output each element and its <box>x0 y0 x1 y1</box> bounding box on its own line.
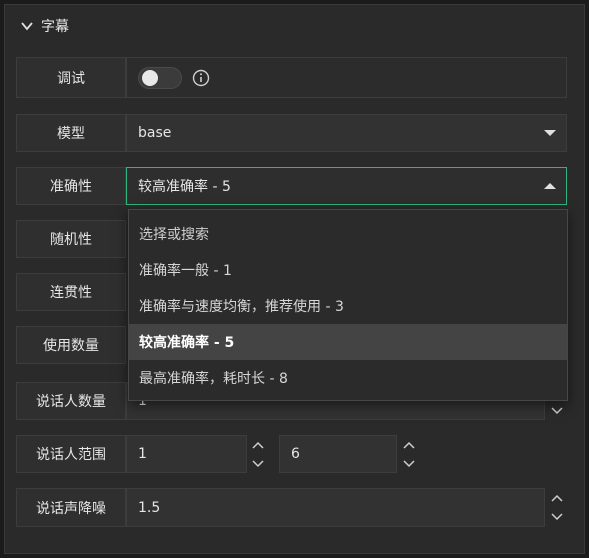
chevron-down-icon <box>252 459 264 467</box>
increment-button[interactable] <box>546 488 568 508</box>
info-icon[interactable] <box>192 69 210 87</box>
model-select[interactable]: base <box>126 114 567 152</box>
row-accuracy: 准确性 较高准确率 - 5 <box>16 167 567 205</box>
accuracy-dropdown: 选择或搜索 准确率一般 - 1 准确率与速度均衡，推荐使用 - 3 较高准确率 … <box>128 209 568 401</box>
row-debug: 调试 <box>16 57 567 98</box>
dropdown-option-selected[interactable]: 较高准确率 - 5 <box>129 324 567 360</box>
dropdown-option[interactable]: 准确率与速度均衡，推荐使用 - 3 <box>129 288 567 324</box>
chevron-down-icon <box>551 406 563 414</box>
toggle-knob <box>142 69 158 86</box>
section-header[interactable]: 字幕 <box>5 5 584 47</box>
debug-label: 调试 <box>16 57 126 98</box>
accuracy-value: 较高准确率 - 5 <box>138 179 231 195</box>
decrement-button[interactable] <box>546 401 568 420</box>
caret-down-icon <box>544 130 556 136</box>
speaker-range-max-input[interactable]: 6 <box>279 435 397 473</box>
dropdown-option[interactable]: 最高准确率，耗时长 - 8 <box>129 360 567 396</box>
min-stepper <box>247 435 269 473</box>
chevron-up-icon <box>403 441 415 449</box>
max-stepper <box>398 435 420 473</box>
speaker-range-min-input[interactable]: 1 <box>126 435 247 473</box>
speaker-range-max: 6 <box>291 446 300 462</box>
model-value: base <box>138 125 172 141</box>
coherence-label: 连贯性 <box>16 273 126 311</box>
denoise-label: 说话声降噪 <box>16 488 126 527</box>
denoise-input[interactable]: 1.5 <box>126 488 545 527</box>
dropdown-search-input[interactable]: 选择或搜索 <box>129 216 567 252</box>
chevron-down-icon <box>551 513 563 521</box>
debug-toggle[interactable] <box>138 66 182 89</box>
max-increment-button[interactable] <box>398 435 420 454</box>
debug-control <box>126 57 567 98</box>
model-label: 模型 <box>16 114 126 152</box>
chevron-up-icon <box>551 494 563 502</box>
usage-count-label: 使用数量 <box>16 326 126 364</box>
dropdown-option[interactable]: 准确率一般 - 1 <box>129 252 567 288</box>
randomness-label: 随机性 <box>16 220 126 258</box>
row-denoise: 说话声降噪 1.5 <box>16 488 566 527</box>
chevron-down-icon <box>403 459 415 467</box>
chevron-up-icon <box>252 441 264 449</box>
speakers-label: 说话人数量 <box>16 382 126 420</box>
speaker-range-label: 说话人范围 <box>16 435 126 473</box>
caret-up-icon <box>544 183 556 189</box>
accuracy-label: 准确性 <box>16 167 126 205</box>
denoise-value: 1.5 <box>138 499 161 516</box>
accuracy-select[interactable]: 较高准确率 - 5 <box>126 167 567 205</box>
chevron-down-icon <box>21 22 33 31</box>
denoise-stepper <box>546 488 568 527</box>
row-speaker-range: 说话人范围 1 6 <box>16 435 566 473</box>
row-model: 模型 base <box>16 114 567 152</box>
speaker-range-min: 1 <box>138 446 147 462</box>
decrement-button[interactable] <box>546 508 568 528</box>
min-decrement-button[interactable] <box>247 454 269 473</box>
min-increment-button[interactable] <box>247 435 269 454</box>
section-title: 字幕 <box>41 19 69 35</box>
max-decrement-button[interactable] <box>398 454 420 473</box>
